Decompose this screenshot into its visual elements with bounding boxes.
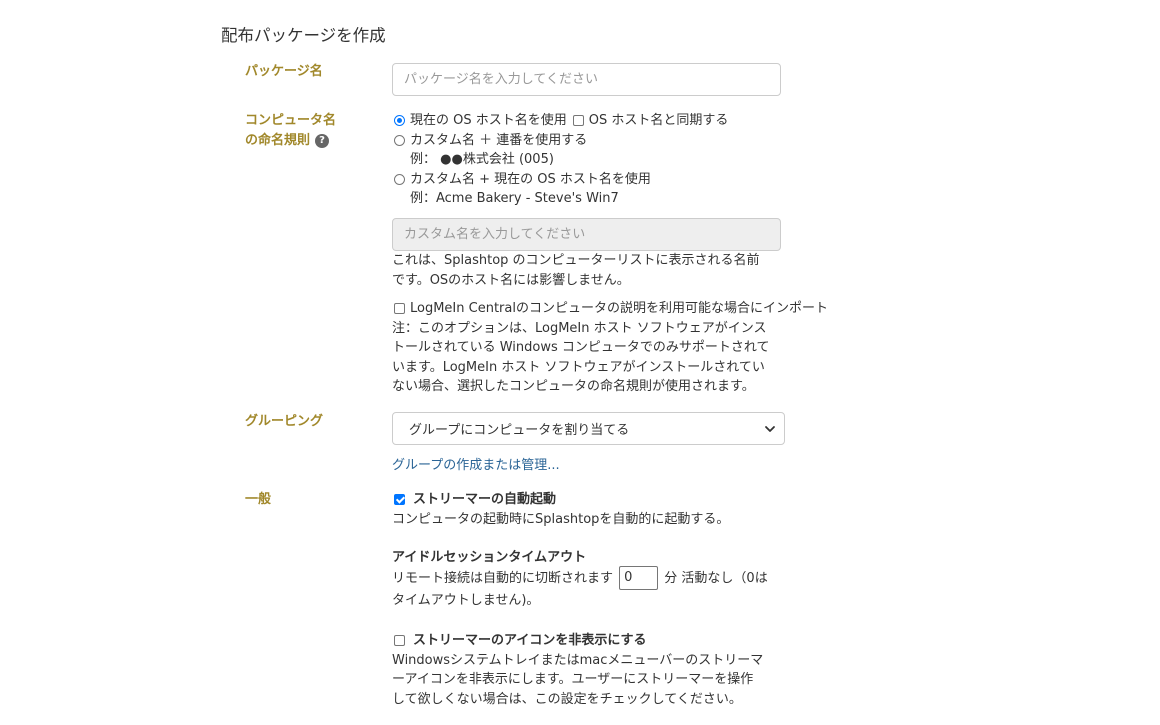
page-title: 配布パッケージを作成 (221, 26, 386, 45)
import-logmein-checkbox[interactable] (394, 303, 405, 315)
sync-hostname-checkbox[interactable] (572, 115, 584, 127)
hide-icon-checkbox[interactable] (394, 635, 405, 647)
idle-timeout-prefix: リモート接続は自動的に切断されます (392, 570, 614, 586)
autostart-label: ストリーマーの自動起動 (413, 492, 557, 507)
import-note-line3: います。LogMeIn ホスト ソフトウェアがインストールされてい (392, 359, 765, 375)
naming-rule-label-line2: の命名規則 (245, 133, 311, 148)
option-custom-hostname-example: 例：Acme Bakery - Steve's Win7 (410, 191, 619, 206)
option-custom-hostname-label: カスタム名 + 現在の OS ホスト名を使用 (410, 171, 651, 187)
option-custom-serial-example: 例： ●●株式会社 (005) (410, 152, 554, 167)
grouping-label: グルーピング (245, 414, 324, 429)
general-label: 一般 (245, 492, 272, 507)
radio-custom-hostname[interactable] (394, 173, 405, 185)
idle-timeout-line2: タイムアウトしません)。 (392, 592, 540, 608)
question-circle-icon[interactable]: ? (315, 134, 330, 148)
naming-rule-label: コンピュータ名 の命名規則 ? (245, 111, 336, 151)
group-select-value: グループにコンピュータを割り当てる (409, 423, 630, 438)
import-logmein-label: LogMeIn Centralのコンピュータの説明を利用可能な場合にインポート (410, 301, 828, 316)
import-note-line2: トールされている Windows コンピュータでのみサポートされて (392, 340, 770, 355)
option-current-hostname-label: 現在の OS ホスト名を使用 (410, 113, 567, 128)
import-logmein-section: LogMeIn Centralのコンピュータの説明を利用可能な場合にインポート … (392, 299, 828, 397)
package-name-label: パッケージ名 (245, 64, 323, 79)
idle-timeout-section: アイドルセッションタイムアウト リモート接続は自動的に切断されます 0 分 活動… (392, 548, 768, 610)
radio-current-hostname[interactable] (394, 115, 405, 127)
hide-icon-label: ストリーマーのアイコンを非表示にする (413, 633, 647, 648)
option-custom-serial-label: カスタム名 ＋ 連番を使用する (410, 132, 588, 148)
autostart-checkbox[interactable] (394, 494, 405, 506)
naming-note: これは、Splashtop のコンピューターリストに表示される名前 です。OSの… (392, 253, 760, 288)
sync-hostname-label: OS ホスト名と同期する (588, 113, 729, 128)
manage-groups-link[interactable]: グループの作成または管理... (392, 456, 560, 476)
autostart-description: コンピュータの起動時にSplashtopを自動的に起動する。 (392, 511, 730, 527)
hide-icon-desc-line3: して欲しくない場合は、この設定をチェックしてください。 (392, 691, 742, 707)
hide-icon-desc-line2: ーアイコンを非表示にします。ユーザーにストリーマーを操作 (392, 672, 754, 687)
hide-icon-section: ストリーマーのアイコンを非表示にする Windowsシステムトレイまたはmacメ… (392, 631, 763, 709)
import-note-line4: ない場合、選択したコンピュータの命名規則が使用されます。 (392, 379, 755, 394)
custom-name-input[interactable] (392, 218, 781, 251)
naming-rule-label-line1: コンピュータ名 (245, 113, 337, 128)
import-note-line1: 注：このオプションは、LogMeIn ホスト ソフトウェアがインス (392, 320, 767, 336)
naming-options: 現在の OS ホスト名を使用 OS ホスト名と同期する カスタム名 ＋ 連番を使… (392, 111, 728, 209)
autostart-section: ストリーマーの自動起動 コンピュータの起動時にSplashtopを自動的に起動す… (392, 490, 729, 529)
chevron-down-icon (765, 425, 775, 432)
idle-timeout-input[interactable]: 0 (619, 566, 659, 590)
hide-icon-desc-line1: Windowsシステムトレイまたはmacメニューバーのストリーマ (392, 652, 764, 668)
package-name-input[interactable] (392, 63, 781, 96)
radio-custom-serial[interactable] (394, 134, 405, 146)
idle-timeout-suffix: 分 活動なし（0は (664, 570, 768, 586)
group-select[interactable]: グループにコンピュータを割り当てる (392, 412, 785, 445)
